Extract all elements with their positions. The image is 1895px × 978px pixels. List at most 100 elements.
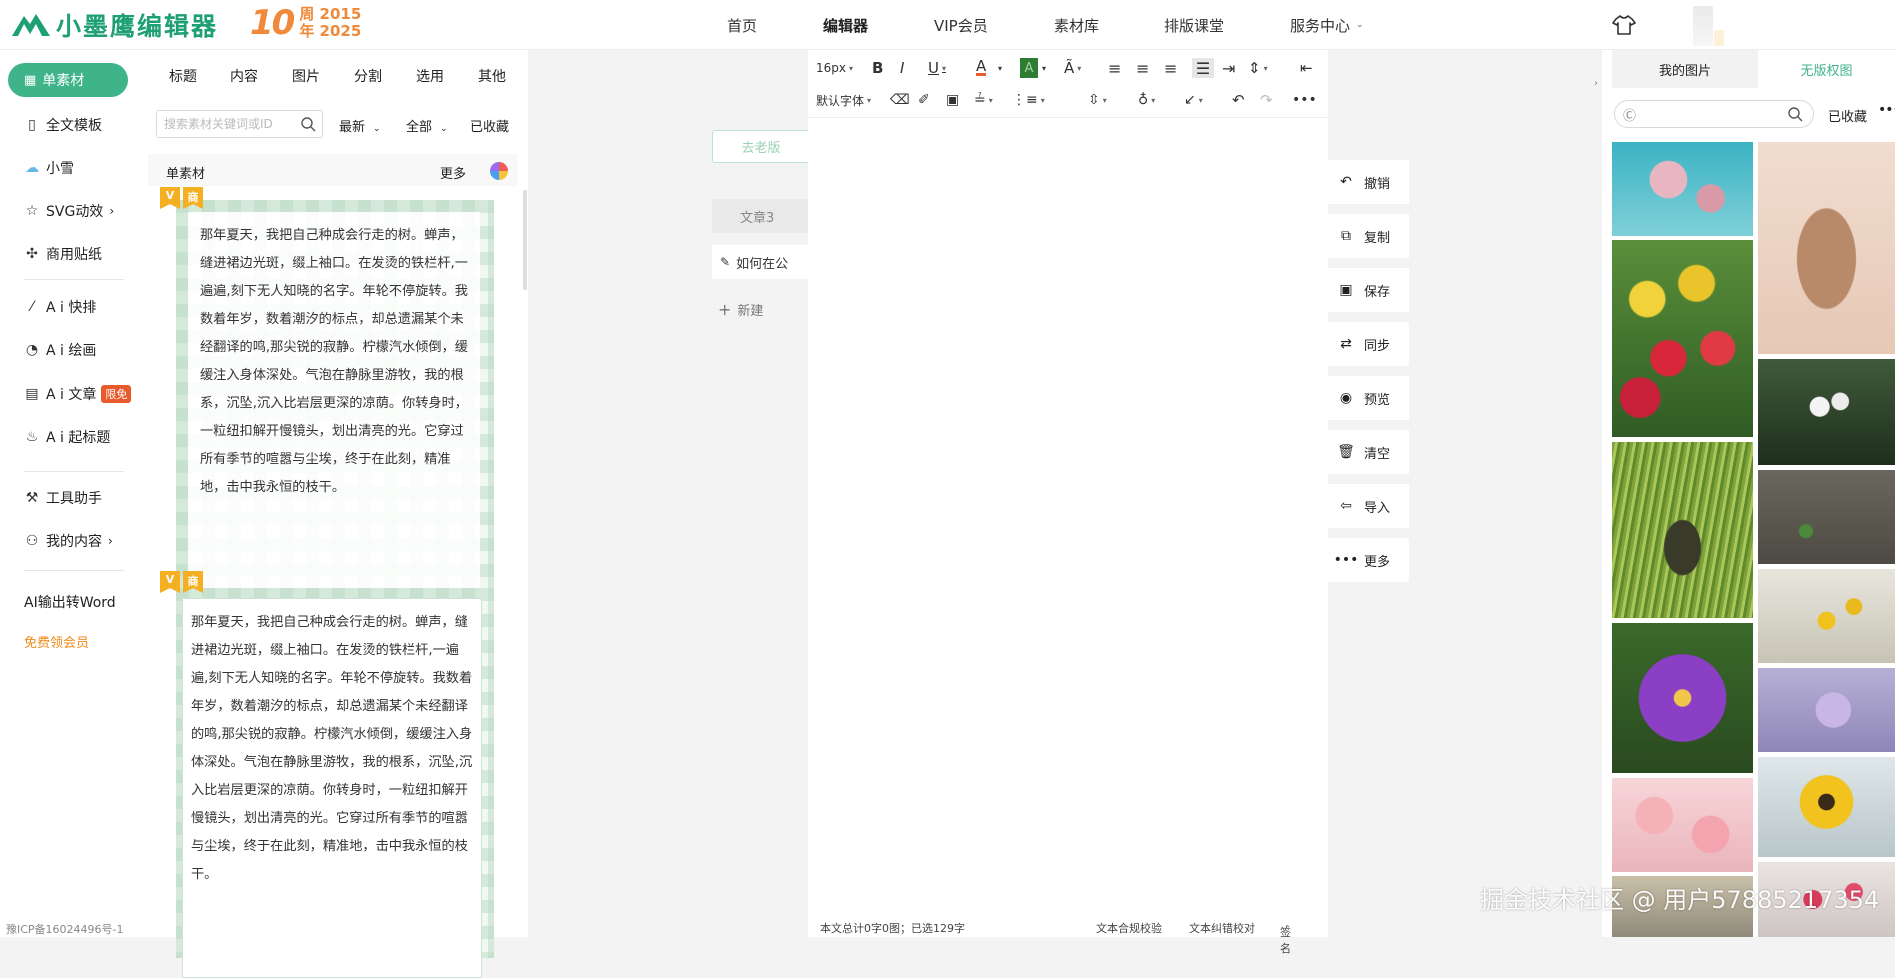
more-button[interactable]: ••• 更多 (1328, 538, 1409, 582)
sidebar-item-stickers[interactable]: ✣ 商用贴纸 (24, 243, 102, 265)
tab-content[interactable]: 内容 (230, 66, 258, 86)
old-version-button[interactable]: 去老版 (712, 130, 810, 163)
nav-service[interactable]: 服务中心 ⌄ (1290, 0, 1364, 50)
scope-select[interactable]: 全部 ⌄ (406, 116, 448, 135)
thumbnail-sunflower[interactable] (1758, 757, 1895, 857)
avatar[interactable] (1693, 6, 1713, 46)
material-search-input[interactable]: 搜索素材关键词或ID (156, 110, 323, 138)
sidebar-item-tools[interactable]: ⚒ 工具助手 (24, 487, 102, 509)
saved-images-link[interactable]: 已收藏 (1828, 106, 1867, 125)
doc-tab-article3[interactable]: 文章3 (712, 199, 808, 233)
redo-icon[interactable]: ↷ (1260, 90, 1273, 110)
align-right-icon[interactable]: ≡ (1164, 58, 1177, 78)
sidebar-item-full-template[interactable]: ▯ 全文模板 (24, 114, 102, 136)
tab-free-images[interactable]: 无版权图 (1758, 50, 1895, 88)
divider-style-icon[interactable]: ⋮≡ ▾ (1012, 90, 1045, 110)
ai-to-word-link[interactable]: AI输出转Word (24, 591, 116, 613)
clear-button[interactable]: 🗑 清空 (1328, 430, 1409, 474)
font-size-select[interactable]: 16px ▾ (816, 58, 853, 78)
preview-button[interactable]: ◉ 预览 (1328, 376, 1409, 420)
search-icon[interactable] (1787, 106, 1803, 122)
sidebar-item-ai-article[interactable]: ▤ A i 文章 限免 (24, 383, 132, 405)
image-search-input[interactable]: Ⓒ (1614, 100, 1814, 128)
more-icon[interactable]: ••• (1292, 90, 1317, 110)
font-family-select[interactable]: 默认字体 ▾ (816, 90, 871, 110)
import-button[interactable]: ⇦ 导入 (1328, 484, 1409, 528)
format-brush-icon[interactable]: ✐ (918, 90, 930, 110)
sidebar-item-svg[interactable]: ☆ SVG动效 › (24, 200, 114, 222)
thumbnail-tulips[interactable] (1612, 240, 1753, 437)
sort-select[interactable]: 最新 ⌄ (339, 116, 381, 135)
font-color-icon[interactable]: A (976, 57, 987, 76)
nav-editor[interactable]: 编辑器 (823, 0, 868, 50)
save-button[interactable]: ▣ 保存 (1328, 268, 1409, 312)
sidebar-item-ai-title[interactable]: ♨ A i 起标题 (24, 426, 111, 448)
sidebar-item-ai-layout[interactable]: ⁄ A i 快排 (24, 296, 97, 318)
undo-button[interactable]: ↶ 撤销 (1328, 160, 1409, 204)
material-card[interactable]: 那年夏天，我把自己种成会行走的树。蝉声，缝进裙边光斑，缀上袖口。在发烫的铁栏杆,… (176, 588, 494, 978)
tab-other[interactable]: 其他 (478, 66, 506, 86)
editor-content-area[interactable] (808, 118, 1328, 918)
nav-course[interactable]: 排版课堂 (1164, 0, 1224, 50)
spacing-icon[interactable]: ⇳ ▾ (1088, 90, 1107, 110)
copy-button[interactable]: ⧉ 复制 (1328, 214, 1409, 258)
underline-icon[interactable]: U ▾ (928, 58, 946, 78)
sidebar-item-ai-draw[interactable]: ◔ A i 绘画 (24, 339, 96, 361)
vip-tag: V (160, 187, 180, 209)
section-more-link[interactable]: 更多 (440, 163, 466, 182)
thumbnail-pink-blossom[interactable] (1612, 142, 1753, 236)
emoji-icon[interactable]: ♁ ▾ (1138, 90, 1155, 110)
nav-vip[interactable]: VIP会员 (934, 0, 988, 50)
theme-shirt-icon[interactable] (1612, 14, 1636, 36)
sidebar-item-single-material[interactable]: ▦ 单素材 (8, 63, 128, 97)
sidebar-item-snow[interactable]: ☁ 小雪 (24, 157, 74, 179)
color-picker-icon[interactable] (490, 162, 508, 180)
cloud-icon: ☁ (25, 160, 39, 176)
search-icon[interactable] (300, 116, 316, 132)
tab-divider[interactable]: 分割 (354, 66, 382, 86)
indent-icon[interactable]: ⇥ (1222, 58, 1235, 78)
image-icon[interactable]: ▣ (946, 90, 959, 110)
brand-logo[interactable]: 小墨鹰编辑器 (10, 8, 218, 42)
icp-text[interactable]: 豫ICP备16024496号-1 (6, 921, 124, 937)
align-center-icon[interactable]: ≡ (1136, 58, 1149, 78)
tab-title[interactable]: 标题 (169, 66, 197, 86)
thumbnail-lilac[interactable] (1758, 668, 1895, 752)
tab-my-images[interactable]: 我的图片 (1612, 50, 1758, 88)
scrollbar[interactable] (523, 190, 527, 290)
nav-materials[interactable]: 素材库 (1054, 0, 1099, 50)
thumbnail-dried-flowers[interactable] (1758, 142, 1895, 354)
edit-icon: ✎ (720, 255, 731, 269)
thumbnail-yellow-flowers[interactable] (1758, 569, 1895, 663)
saved-filter[interactable]: 已收藏 (470, 116, 509, 135)
align-left-icon[interactable]: ≡ (1108, 58, 1121, 78)
undo-icon[interactable]: ↶ (1232, 90, 1245, 110)
thumbnail-purple-primrose[interactable] (1612, 623, 1753, 773)
italic-icon[interactable]: I (900, 58, 904, 78)
compliance-check-button[interactable]: 文本合规校验 (1096, 920, 1162, 936)
nav-home[interactable]: 首页 (727, 0, 757, 50)
sidebar-item-my-content[interactable]: ⚇ 我的内容 › (24, 530, 113, 552)
exit-icon[interactable]: ⇤ (1300, 58, 1313, 78)
doc-tab-howto[interactable]: ✎ 如何在公 (712, 245, 808, 279)
text-style-icon[interactable]: ≟ ▾ (974, 90, 993, 110)
tab-image[interactable]: 图片 (292, 66, 320, 86)
align-justify-icon[interactable]: ☰ (1192, 58, 1214, 78)
new-doc-button[interactable]: + 新建 (712, 292, 808, 326)
thumbnail-snowdrops[interactable] (1758, 359, 1895, 465)
typo-check-button[interactable]: 文本纠错校对 (1189, 920, 1255, 936)
eraser-icon[interactable]: ⌫ (890, 90, 910, 110)
sync-button[interactable]: ⇄ 同步 (1328, 322, 1409, 366)
more-icon[interactable]: ••• (1878, 102, 1895, 118)
text-effect-icon[interactable]: Ã ▾ (1064, 58, 1081, 78)
free-vip-link[interactable]: 免费领会员 (24, 632, 89, 651)
tab-selected[interactable]: 选用 (416, 66, 444, 86)
bold-icon[interactable]: B (872, 58, 883, 78)
thumbnail-pink-blossom-2[interactable] (1612, 778, 1753, 872)
line-height-icon[interactable]: ⇕ ▾ (1248, 58, 1268, 78)
thumbnail-man-in-grass[interactable] (1612, 442, 1753, 618)
link-icon[interactable]: ↙ ▾ (1184, 90, 1203, 110)
thumbnail-sprout[interactable] (1758, 470, 1895, 564)
material-card[interactable]: 那年夏天，我把自己种成会行走的树。蝉声，缝进裙边光斑，缀上袖口。在发烫的铁栏杆,… (176, 200, 494, 600)
highlight-color-icon[interactable]: A (1020, 58, 1038, 78)
